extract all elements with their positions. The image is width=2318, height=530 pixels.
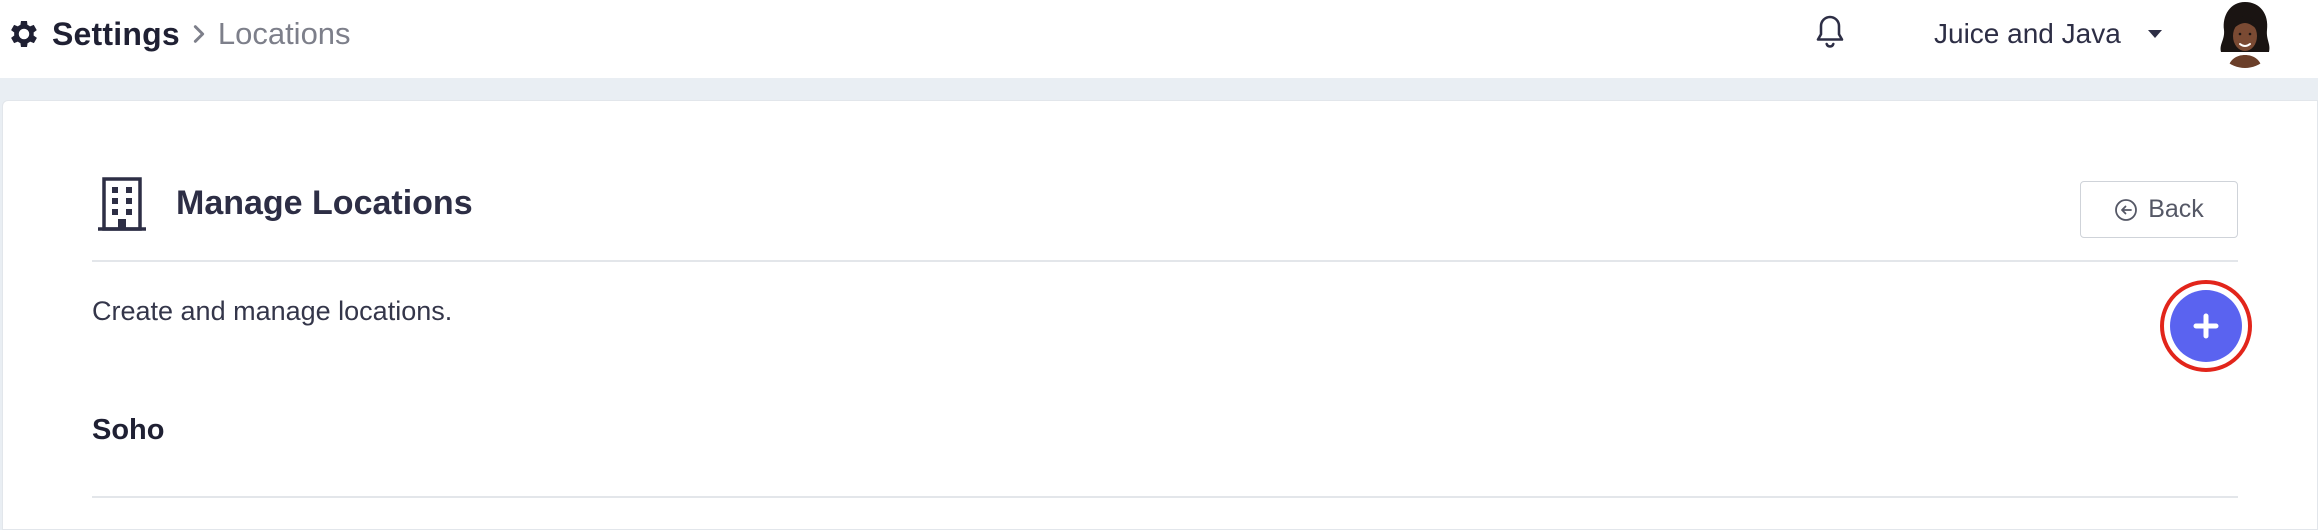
- building-icon: [96, 176, 148, 232]
- avatar[interactable]: [2216, 0, 2274, 68]
- caret-down-icon: [2147, 29, 2163, 39]
- plus-icon: [2191, 311, 2221, 341]
- bell-icon[interactable]: [1812, 12, 1848, 52]
- add-location-button[interactable]: [2170, 290, 2242, 362]
- breadcrumb-settings[interactable]: Settings: [52, 16, 180, 53]
- top-header: Settings Locations Juice and Java: [0, 0, 2318, 78]
- organization-selector[interactable]: Juice and Java: [1934, 14, 2163, 54]
- back-button[interactable]: Back: [2080, 181, 2238, 238]
- header-divider: [92, 260, 2238, 262]
- breadcrumb: Settings Locations: [6, 12, 351, 56]
- gear-icon[interactable]: [6, 16, 42, 52]
- page-description: Create and manage locations.: [92, 296, 453, 326]
- list-item-location[interactable]: Soho: [92, 414, 165, 447]
- organization-name: Juice and Java: [1934, 18, 2121, 49]
- back-button-label: Back: [2148, 195, 2204, 223]
- list-divider: [92, 496, 2238, 498]
- breadcrumb-current-page: Locations: [217, 16, 351, 51]
- arrow-left-circle-icon: [2114, 198, 2138, 222]
- chevron-right-icon: [188, 23, 210, 45]
- page-title: Manage Locations: [176, 184, 473, 222]
